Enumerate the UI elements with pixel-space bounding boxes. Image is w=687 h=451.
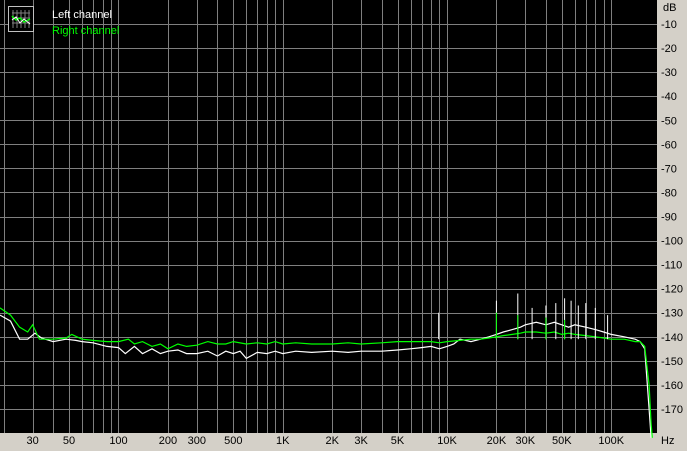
x-tick-label: 20K <box>487 435 507 447</box>
x-tick-label: 50 <box>63 435 75 447</box>
x-tick-label: 10K <box>437 435 457 447</box>
spectrum-chart: 30 50 100 200 300 500 1K 2K 3K 5K 10K 20K 30K 50K 100K… <box>0 0 683 447</box>
legend-left-channel: Left channel <box>52 9 112 21</box>
y-tick-label: -130 <box>661 308 683 320</box>
y-tick-label: -160 <box>661 380 683 392</box>
x-tick-label: 30K <box>516 435 536 447</box>
x-axis-unit: Hz <box>661 435 674 447</box>
x-tick-label: 3K <box>354 435 368 447</box>
y-tick-label: -10 <box>661 19 677 31</box>
y-tick-label: -110 <box>661 260 682 272</box>
y-tick-label: -140 <box>661 332 683 344</box>
y-tick-label: -30 <box>661 67 677 79</box>
y-tick-label: -90 <box>661 212 677 224</box>
x-tick-label: 1K <box>276 435 290 447</box>
x-tick-label: 200 <box>159 435 177 447</box>
y-tick-labels: -10 -20 -30 -40 -50 -60 -70 -80 -90 -100 -110 -120 -… <box>661 19 683 416</box>
y-tick-label: -100 <box>661 236 683 248</box>
y-tick-label: -40 <box>661 91 677 103</box>
y-tick-label: -70 <box>661 163 677 175</box>
y-tick-label: -150 <box>661 356 683 368</box>
y-tick-label: -60 <box>661 139 677 151</box>
y-tick-label: -20 <box>661 43 677 55</box>
x-tick-label: 100K <box>598 435 624 447</box>
y-tick-label: -120 <box>661 284 683 296</box>
y-tick-label: -80 <box>661 187 677 199</box>
y-axis-unit: dB <box>663 2 676 14</box>
x-tick-labels: 30 50 100 200 300 500 1K 2K 3K 5K 10K 20K 30K 50K 100K <box>26 435 624 447</box>
x-tick-label: 300 <box>188 435 206 447</box>
x-tick-label: 5K <box>391 435 405 447</box>
y-tick-label: -170 <box>661 404 683 416</box>
plot-background <box>0 0 657 433</box>
x-tick-label: 2K <box>325 435 339 447</box>
x-tick-label: 50K <box>552 435 572 447</box>
y-tick-label: -50 <box>661 115 677 127</box>
x-tick-label: 500 <box>224 435 242 447</box>
legend-right-channel: Right channel <box>52 25 120 37</box>
x-tick-label: 100 <box>109 435 127 447</box>
legend-chart-icon[interactable] <box>8 6 34 32</box>
x-tick-label: 30 <box>26 435 38 447</box>
